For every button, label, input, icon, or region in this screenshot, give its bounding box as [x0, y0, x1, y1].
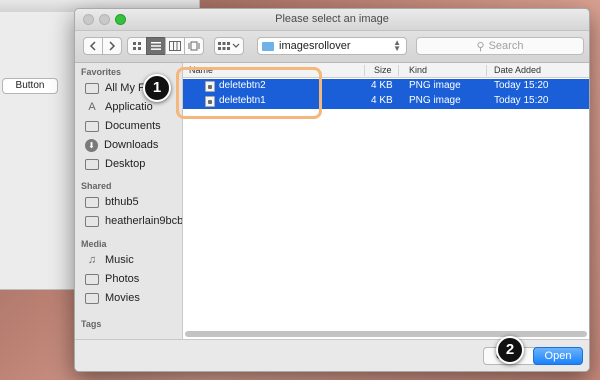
all-my-files-icon: [85, 82, 99, 94]
file-date-added: Today 15:20: [494, 80, 549, 91]
chevron-right-icon: [109, 41, 116, 51]
music-icon: ♫: [87, 254, 97, 266]
updown-chevron-icon: ▲ ▼: [393, 38, 401, 53]
location-popup[interactable]: imagesrollover ▲ ▼: [257, 37, 407, 55]
arrange-menu-button[interactable]: [214, 37, 244, 55]
column-header-kind[interactable]: Kind: [409, 65, 427, 75]
forward-button[interactable]: [102, 37, 122, 55]
sidebar-item-label: Music: [105, 254, 134, 266]
dialog-titlebar: Please select an image: [75, 9, 589, 31]
computer-icon: [85, 196, 99, 208]
open-dialog: Please select an image imagesrollover ▲ …: [74, 8, 590, 372]
chevron-left-icon: [89, 41, 96, 51]
back-forward-control: [83, 37, 122, 55]
view-mode-control: [127, 37, 204, 55]
sidebar-heading-shared: Shared: [81, 181, 112, 191]
column-header-date-added[interactable]: Date Added: [494, 65, 541, 75]
file-size: 4 KB: [371, 95, 393, 106]
horizontal-scrollbar[interactable]: [185, 331, 587, 337]
sidebar-item-label: bthub5: [105, 196, 139, 208]
sidebar-item-label: Downloads: [104, 139, 159, 151]
search-placeholder: Search: [488, 40, 524, 52]
desktop-icon: [85, 158, 99, 170]
background-button[interactable]: Button: [2, 78, 58, 94]
sidebar-item-label: Documents: [105, 120, 161, 132]
dialog-toolbar: imagesrollover ▲ ▼ ⚲ Search: [75, 31, 589, 63]
sidebar-item-label: Movies: [105, 292, 140, 304]
back-button[interactable]: [83, 37, 103, 55]
search-field[interactable]: ⚲ Search: [416, 37, 584, 55]
sidebar-item-label: All My F: [105, 82, 145, 94]
sidebar-item-label: Photos: [105, 273, 140, 285]
camera-icon: [85, 273, 99, 285]
column-view-icon: [169, 41, 181, 51]
documents-icon: [85, 120, 99, 132]
step-1-callout: 1: [143, 74, 171, 102]
sidebar-item-label: Desktop: [105, 158, 146, 170]
list-view-icon: [151, 42, 161, 50]
sidebar-item-music[interactable]: ♫ Music: [85, 251, 134, 269]
applications-icon: A: [88, 101, 96, 113]
sidebar-item-movies[interactable]: Movies: [85, 289, 140, 307]
icon-view-button[interactable]: [127, 37, 147, 55]
selection-highlight-outline: [176, 67, 322, 119]
computer-icon: [85, 215, 99, 227]
cover-flow-button[interactable]: [184, 37, 204, 55]
list-view-button[interactable]: [146, 37, 166, 55]
sidebar-item-photos[interactable]: Photos: [85, 270, 139, 288]
file-kind: PNG image: [409, 95, 461, 106]
sidebar-item-all-my-files[interactable]: All My F: [85, 79, 145, 97]
sidebar-item-desktop[interactable]: Desktop: [85, 155, 145, 173]
grid-icon: [218, 42, 230, 50]
folder-icon: [262, 41, 274, 51]
step-2-callout: 2: [496, 336, 524, 364]
open-button[interactable]: Open: [533, 347, 583, 365]
film-icon: [85, 292, 99, 304]
chevron-down-icon: [232, 43, 240, 48]
column-header-size[interactable]: Size: [374, 65, 392, 75]
file-size: 4 KB: [371, 80, 393, 91]
icon-view-icon: [133, 42, 141, 50]
search-icon: ⚲: [476, 40, 485, 53]
file-kind: PNG image: [409, 80, 461, 91]
downloads-icon: ⬇: [85, 138, 98, 152]
file-date-added: Today 15:20: [494, 95, 549, 106]
sidebar-item-heatherlain9bcb[interactable]: heatherlain9bcb: [85, 212, 183, 230]
sidebar-item-label: heatherlain9bcb: [105, 215, 183, 227]
column-view-button[interactable]: [165, 37, 185, 55]
sidebar-heading-favorites: Favorites: [81, 67, 122, 77]
sidebar-item-bthub5[interactable]: bthub5: [85, 193, 139, 211]
sidebar-item-applications[interactable]: A Applicatio: [85, 98, 153, 116]
sidebar-heading-media: Media: [81, 239, 107, 249]
sidebar-heading-tags: Tags: [81, 319, 102, 329]
dialog-title: Please select an image: [275, 13, 389, 25]
cover-flow-icon: [188, 41, 200, 51]
sidebar-item-documents[interactable]: Documents: [85, 117, 161, 135]
sidebar: Favorites All My F A Applicatio Document…: [75, 63, 183, 339]
sidebar-item-label: Applicatio: [105, 101, 153, 113]
location-label: imagesrollover: [279, 40, 351, 52]
sidebar-item-downloads[interactable]: ⬇ Downloads: [85, 136, 158, 154]
